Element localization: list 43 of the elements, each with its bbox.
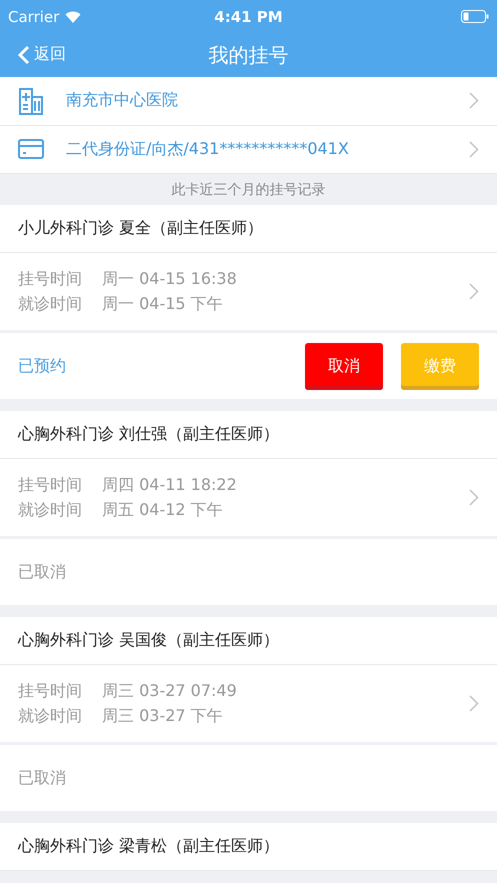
info-label: 二代身份证/向杰/431***********041X [66,138,350,160]
info-label: 南充市中心医院 [66,90,179,112]
record-status: 已取消 [18,768,67,788]
section-header: 此卡近三个月的挂号记录 [172,180,326,199]
cancel-button[interactable]: 取消 [305,342,383,390]
hospital-building-icon [18,86,44,115]
wifi-icon [65,10,82,22]
time-value: 周一 04-15 16:38 [102,268,237,290]
chevron-right-icon [469,283,479,300]
chevron-right-icon [469,92,479,110]
clock-time: 4:41 PM [214,8,283,26]
time-value: 周四 04-11 18:22 [102,474,237,496]
time-label: 挂号时间 [18,268,82,290]
record-title: 心胸外科门诊 梁青松（副主任医师） [18,836,280,857]
time-value: 周一 04-15 下午 [102,294,223,314]
record-times-row[interactable]: 挂号时间 周一 04-15 16:38 就诊时间 周一 04-15 下午 [0,253,497,333]
time-value: 周三 03-27 下午 [102,706,223,726]
chevron-right-icon [469,489,479,506]
record-status: 已取消 [18,562,67,582]
record-times-row[interactable]: 挂号时间 周三 03-27 07:49 就诊时间 周三 03-27 下午 [0,665,497,745]
page-title: 我的挂号 [208,42,288,68]
info-row[interactable]: 南充市中心医院 [0,77,497,126]
time-value: 周五 04-12 下午 [102,500,223,520]
id-card-icon [18,139,44,160]
time-value: 周三 03-27 07:49 [102,680,237,702]
chevron-right-icon [469,140,479,158]
info-row[interactable]: 二代身份证/向杰/431***********041X [0,126,497,174]
record-title: 小儿外科门诊 夏全（副主任医师） [18,218,264,239]
chevron-right-icon [469,695,479,712]
time-label: 就诊时间 [18,500,82,520]
time-label: 挂号时间 [18,680,82,702]
time-label: 就诊时间 [18,294,82,314]
record-title: 心胸外科门诊 吴国俊（副主任医师） [18,630,280,651]
record-times-row[interactable]: 挂号时间 周四 04-11 18:22 就诊时间 周五 04-12 下午 [0,459,497,539]
carrier-label: Carrier [8,8,60,26]
record-status: 已预约 [18,356,67,376]
battery-icon [460,10,489,23]
time-label: 挂号时间 [18,474,82,496]
time-label: 就诊时间 [18,706,82,726]
chevron-left-icon [18,44,30,64]
pay-button[interactable]: 缴费 [401,342,479,390]
back-button[interactable]: 返回 [14,40,70,69]
record-title: 心胸外科门诊 刘仕强（副主任医师） [18,424,280,445]
